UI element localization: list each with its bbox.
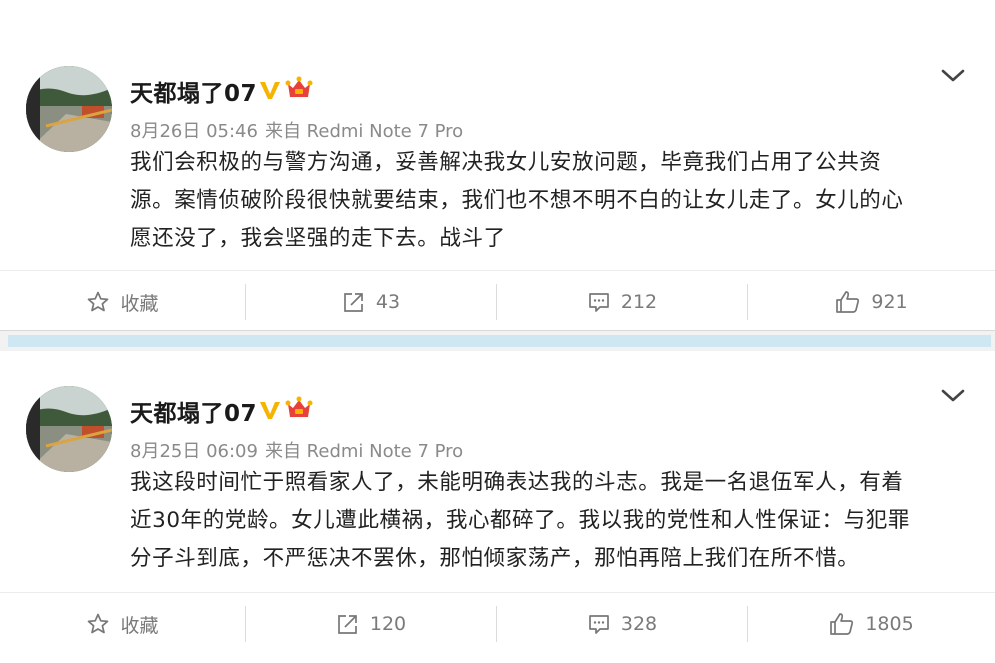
post-text: 我们会积极的与警方沟通，妥善解决我女儿安放问题，毕竟我们占用了公共资 源。案情侦… — [130, 144, 960, 258]
weibo-post: 天都塌了07 8月25日 06:09 来自 Redmi Note 7 Pro 我这… — [0, 351, 995, 663]
post-text-line: 我这段时间忙于照看家人了，未能明确表达我的斗志。我是一名退伍军人，有着 — [130, 470, 904, 495]
post-text-line: 源。案情侦破阶段很快就要结束，我们也不想不明不白的让女儿走了。女儿的心 — [130, 188, 904, 213]
post-text-line: 近30年的党龄。女儿遭此横祸，我心都碎了。我以我的党性和人性保证：与犯罪 — [130, 508, 910, 533]
action-bar: 收藏 120 328 1805 — [0, 592, 995, 655]
comment-icon — [589, 293, 609, 312]
avatar-image — [26, 386, 112, 472]
verified-v-icon — [260, 82, 280, 99]
post-text: 我这段时间忙于照看家人了，未能明确表达我的斗志。我是一名退伍军人，有着 近30年… — [130, 464, 960, 578]
post-source: 来自 Redmi Note 7 Pro — [264, 121, 464, 142]
chevron-down-icon[interactable] — [940, 388, 966, 404]
share-arrow-icon — [338, 615, 357, 634]
chevron-down-icon[interactable] — [940, 68, 966, 84]
post-text-line: 分子斗到底，不严惩决不罢休，那怕倾家荡产，那怕再陪上我们在所不惜。 — [130, 546, 860, 571]
repost-button[interactable]: 120 — [246, 593, 496, 655]
avatar[interactable] — [26, 386, 112, 472]
vip-crown-icon — [285, 76, 313, 97]
post-date: 8月26日 05:46 — [130, 121, 258, 142]
repost-button[interactable]: 43 — [246, 271, 496, 333]
like-button[interactable]: 1805 — [748, 593, 995, 655]
thumbs-up-icon — [836, 291, 860, 313]
verified-v-icon — [260, 402, 280, 419]
favorite-button[interactable]: 收藏 — [0, 593, 245, 655]
share-arrow-icon — [344, 293, 363, 312]
vip-crown-icon — [285, 396, 313, 417]
favorite-label: 收藏 — [120, 292, 159, 315]
post-separator — [0, 330, 995, 353]
favorite-label: 收藏 — [120, 614, 159, 637]
thumbs-up-icon — [830, 613, 854, 635]
favorite-button[interactable]: 收藏 — [0, 271, 245, 333]
weibo-post: 天都塌了07 8月26日 05:46 来自 Redmi Note 7 Pro 我们… — [0, 0, 995, 330]
star-icon — [88, 291, 109, 312]
like-count: 1805 — [865, 613, 914, 635]
avatar[interactable] — [26, 66, 112, 152]
like-button[interactable]: 921 — [748, 271, 995, 333]
post-meta: 8月25日 06:09 来自 Redmi Note 7 Pro — [130, 437, 470, 463]
post-text-line: 愿还没了，我会坚强的走下去。战斗了 — [130, 226, 506, 251]
avatar-image — [26, 66, 112, 152]
like-count: 921 — [871, 291, 908, 313]
post-meta: 8月26日 05:46 来自 Redmi Note 7 Pro — [130, 117, 470, 143]
action-bar: 收藏 43 212 921 — [0, 270, 995, 333]
username[interactable]: 天都塌了07 — [130, 394, 257, 428]
star-icon — [88, 613, 109, 634]
username[interactable]: 天都塌了07 — [130, 74, 257, 108]
comment-button[interactable]: 328 — [497, 593, 747, 655]
repost-count: 120 — [369, 613, 407, 635]
comment-icon — [589, 615, 609, 634]
comment-count: 212 — [620, 291, 658, 313]
post-text-line: 我们会积极的与警方沟通，妥善解决我女儿安放问题，毕竟我们占用了公共资 — [130, 150, 882, 175]
comment-count: 328 — [620, 613, 658, 635]
separator-accent — [8, 335, 991, 347]
repost-count: 43 — [375, 291, 401, 313]
post-source: 来自 Redmi Note 7 Pro — [264, 441, 464, 462]
post-date: 8月25日 06:09 — [130, 441, 258, 462]
comment-button[interactable]: 212 — [497, 271, 747, 333]
